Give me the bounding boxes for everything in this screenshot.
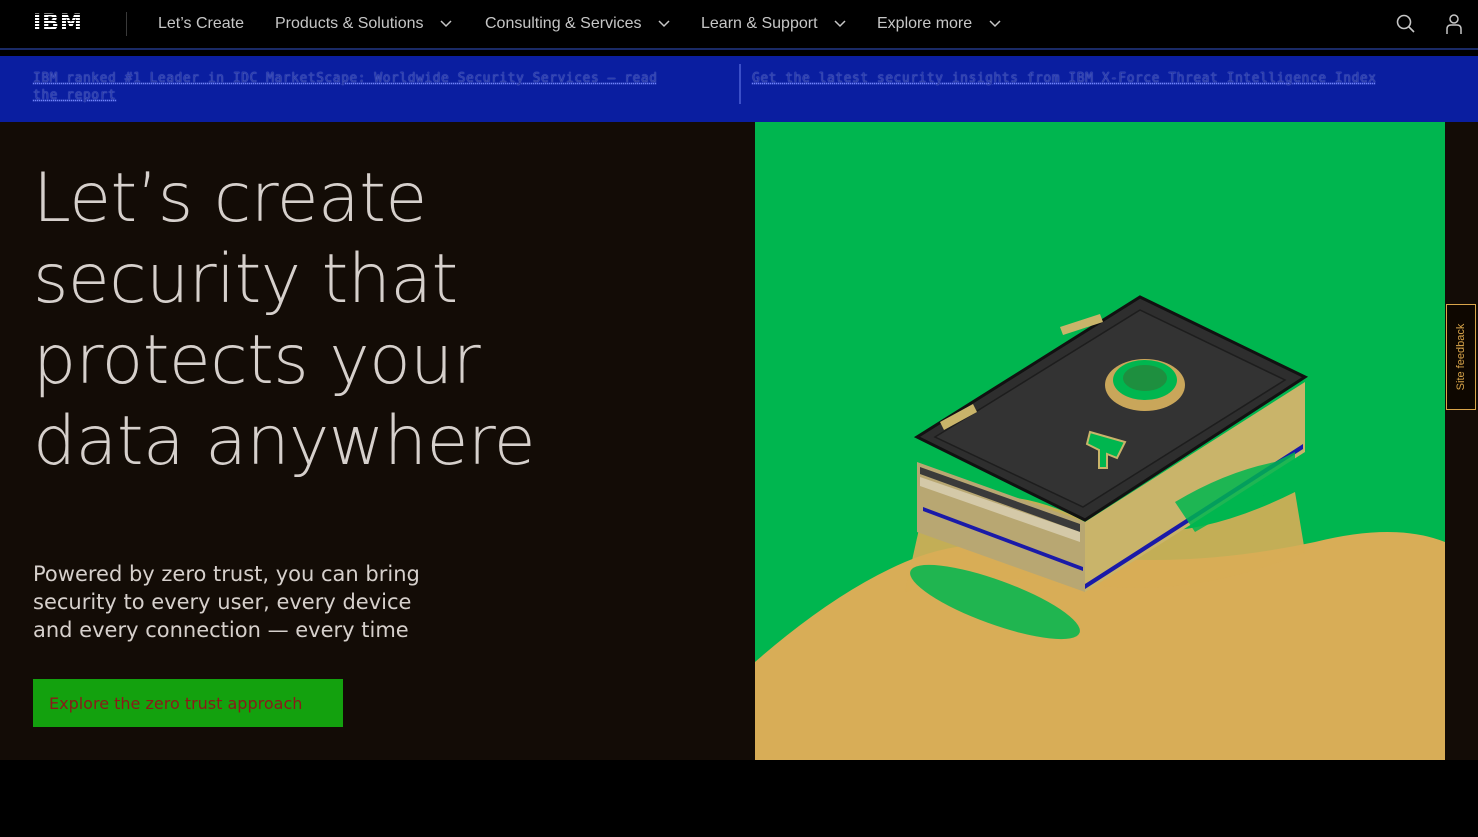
site-feedback-label: Site feedback (1455, 323, 1467, 391)
site-feedback-tab[interactable]: Site feedback (1446, 304, 1476, 410)
nav-item-learn-support[interactable]: Learn & Support (701, 0, 846, 48)
chevron-down-icon (440, 20, 452, 27)
hero-subcopy: Powered by zero trust, you can bring sec… (33, 562, 420, 642)
nav-item-label: Explore more (877, 15, 973, 32)
chevron-down-icon (658, 20, 670, 27)
safe-dial-center (1123, 365, 1167, 391)
chevron-down-icon (989, 20, 1001, 27)
nav-item-consulting-services[interactable]: Consulting & Services (485, 0, 670, 48)
nav-item-label: Let’s Create (158, 15, 244, 32)
user-icon[interactable] (1442, 12, 1466, 36)
banner-link-left[interactable]: IBM ranked #1 Leader in IDC MarketScape:… (33, 70, 673, 104)
nav-item-products-solutions[interactable]: Products & Solutions (275, 0, 452, 48)
hero-section: Let’s create security that protects your… (0, 122, 1478, 760)
explore-zero-trust-button[interactable]: Explore the zero trust approach (33, 679, 343, 727)
hero-headline: Let’s create security that protects your… (33, 159, 536, 481)
chevron-down-icon (834, 20, 846, 27)
hero-right-margin (1445, 122, 1478, 760)
ibm-logo[interactable]: IBM (33, 12, 93, 36)
nav-item-explore-more[interactable]: Explore more (877, 0, 1001, 48)
nav-item-label: Products & Solutions (275, 15, 424, 32)
nav-divider (126, 12, 127, 36)
safe-illustration (755, 122, 1445, 760)
search-icon[interactable] (1394, 12, 1418, 36)
logo-text: IBM (33, 11, 83, 36)
banner-link-right[interactable]: Get the latest security insights from IB… (752, 70, 1432, 87)
nav-item-lets-create[interactable]: Let’s Create (158, 0, 244, 48)
masthead: IBM Let’s Create Products & Solutions Co… (0, 0, 1478, 50)
nav-item-label: Learn & Support (701, 15, 818, 32)
banner-divider (739, 64, 741, 104)
nav-item-label: Consulting & Services (485, 15, 642, 32)
